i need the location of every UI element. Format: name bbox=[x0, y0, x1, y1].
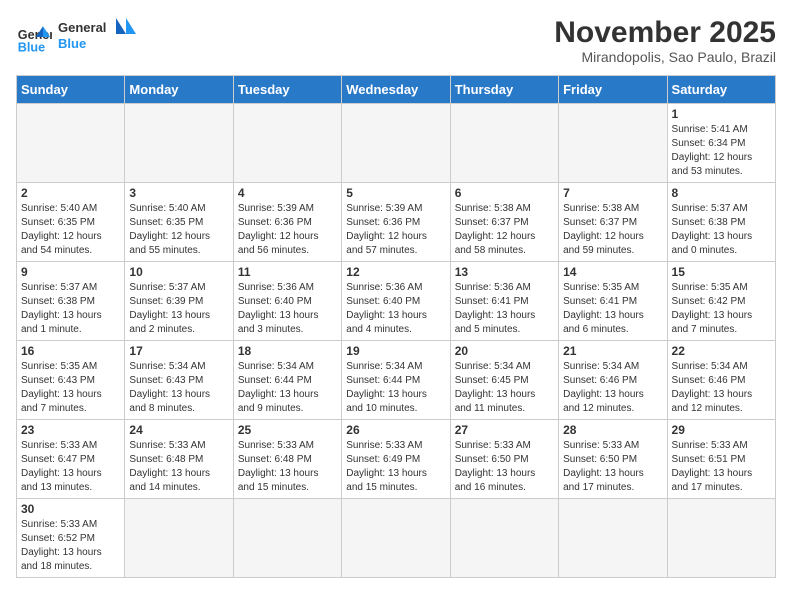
calendar-row-1: 1 Sunrise: 5:41 AMSunset: 6:34 PMDayligh… bbox=[17, 104, 776, 183]
header-sunday: Sunday bbox=[17, 76, 125, 104]
empty-cell bbox=[125, 104, 233, 183]
day-16: 16 Sunrise: 5:35 AMSunset: 6:43 PMDaylig… bbox=[17, 341, 125, 420]
month-title: November 2025 bbox=[554, 16, 776, 49]
empty-cell bbox=[233, 104, 341, 183]
day-23: 23 Sunrise: 5:33 AMSunset: 6:47 PMDaylig… bbox=[17, 420, 125, 499]
calendar-table: Sunday Monday Tuesday Wednesday Thursday… bbox=[16, 75, 776, 578]
weekday-header-row: Sunday Monday Tuesday Wednesday Thursday… bbox=[17, 76, 776, 104]
header-friday: Friday bbox=[559, 76, 667, 104]
day-24: 24 Sunrise: 5:33 AMSunset: 6:48 PMDaylig… bbox=[125, 420, 233, 499]
header-thursday: Thursday bbox=[450, 76, 558, 104]
day-10: 10 Sunrise: 5:37 AMSunset: 6:39 PMDaylig… bbox=[125, 262, 233, 341]
page-header: General Blue General Blue November 2025 … bbox=[16, 16, 776, 65]
day-17: 17 Sunrise: 5:34 AMSunset: 6:43 PMDaylig… bbox=[125, 341, 233, 420]
day-25: 25 Sunrise: 5:33 AMSunset: 6:48 PMDaylig… bbox=[233, 420, 341, 499]
day-3: 3 Sunrise: 5:40 AMSunset: 6:35 PMDayligh… bbox=[125, 183, 233, 262]
empty-cell bbox=[342, 104, 450, 183]
header-tuesday: Tuesday bbox=[233, 76, 341, 104]
day-4: 4 Sunrise: 5:39 AMSunset: 6:36 PMDayligh… bbox=[233, 183, 341, 262]
empty-cell bbox=[559, 104, 667, 183]
empty-cell bbox=[17, 104, 125, 183]
empty-cell bbox=[450, 499, 558, 578]
logo: General Blue General Blue bbox=[16, 16, 138, 57]
day-21: 21 Sunrise: 5:34 AMSunset: 6:46 PMDaylig… bbox=[559, 341, 667, 420]
svg-text:Blue: Blue bbox=[18, 40, 45, 54]
day-29: 29 Sunrise: 5:33 AMSunset: 6:51 PMDaylig… bbox=[667, 420, 775, 499]
empty-cell bbox=[342, 499, 450, 578]
logo-icon: General Blue bbox=[16, 19, 52, 55]
svg-text:Blue: Blue bbox=[58, 36, 86, 51]
calendar-row-6: 30 Sunrise: 5:33 AMSunset: 6:52 PMDaylig… bbox=[17, 499, 776, 578]
day-27: 27 Sunrise: 5:33 AMSunset: 6:50 PMDaylig… bbox=[450, 420, 558, 499]
day-8: 8 Sunrise: 5:37 AMSunset: 6:38 PMDayligh… bbox=[667, 183, 775, 262]
empty-cell bbox=[125, 499, 233, 578]
header-monday: Monday bbox=[125, 76, 233, 104]
day-1: 1 Sunrise: 5:41 AMSunset: 6:34 PMDayligh… bbox=[667, 104, 775, 183]
empty-cell bbox=[233, 499, 341, 578]
header-saturday: Saturday bbox=[667, 76, 775, 104]
empty-cell bbox=[559, 499, 667, 578]
title-block: November 2025 Mirandopolis, Sao Paulo, B… bbox=[554, 16, 776, 65]
day-6: 6 Sunrise: 5:38 AMSunset: 6:37 PMDayligh… bbox=[450, 183, 558, 262]
day-9: 9 Sunrise: 5:37 AMSunset: 6:38 PMDayligh… bbox=[17, 262, 125, 341]
logo-svg: General Blue bbox=[58, 16, 138, 52]
day-28: 28 Sunrise: 5:33 AMSunset: 6:50 PMDaylig… bbox=[559, 420, 667, 499]
empty-cell bbox=[450, 104, 558, 183]
day-7: 7 Sunrise: 5:38 AMSunset: 6:37 PMDayligh… bbox=[559, 183, 667, 262]
empty-cell bbox=[667, 499, 775, 578]
day-18: 18 Sunrise: 5:34 AMSunset: 6:44 PMDaylig… bbox=[233, 341, 341, 420]
day-2: 2 Sunrise: 5:40 AMSunset: 6:35 PMDayligh… bbox=[17, 183, 125, 262]
svg-text:General: General bbox=[58, 20, 106, 35]
day-13: 13 Sunrise: 5:36 AMSunset: 6:41 PMDaylig… bbox=[450, 262, 558, 341]
day-14: 14 Sunrise: 5:35 AMSunset: 6:41 PMDaylig… bbox=[559, 262, 667, 341]
day-30: 30 Sunrise: 5:33 AMSunset: 6:52 PMDaylig… bbox=[17, 499, 125, 578]
day-20: 20 Sunrise: 5:34 AMSunset: 6:45 PMDaylig… bbox=[450, 341, 558, 420]
day-15: 15 Sunrise: 5:35 AMSunset: 6:42 PMDaylig… bbox=[667, 262, 775, 341]
day-11: 11 Sunrise: 5:36 AMSunset: 6:40 PMDaylig… bbox=[233, 262, 341, 341]
location-subtitle: Mirandopolis, Sao Paulo, Brazil bbox=[554, 49, 776, 65]
calendar-row-3: 9 Sunrise: 5:37 AMSunset: 6:38 PMDayligh… bbox=[17, 262, 776, 341]
day-5: 5 Sunrise: 5:39 AMSunset: 6:36 PMDayligh… bbox=[342, 183, 450, 262]
calendar-row-2: 2 Sunrise: 5:40 AMSunset: 6:35 PMDayligh… bbox=[17, 183, 776, 262]
day-26: 26 Sunrise: 5:33 AMSunset: 6:49 PMDaylig… bbox=[342, 420, 450, 499]
calendar-row-5: 23 Sunrise: 5:33 AMSunset: 6:47 PMDaylig… bbox=[17, 420, 776, 499]
calendar-row-4: 16 Sunrise: 5:35 AMSunset: 6:43 PMDaylig… bbox=[17, 341, 776, 420]
day-22: 22 Sunrise: 5:34 AMSunset: 6:46 PMDaylig… bbox=[667, 341, 775, 420]
day-12: 12 Sunrise: 5:36 AMSunset: 6:40 PMDaylig… bbox=[342, 262, 450, 341]
day-19: 19 Sunrise: 5:34 AMSunset: 6:44 PMDaylig… bbox=[342, 341, 450, 420]
header-wednesday: Wednesday bbox=[342, 76, 450, 104]
